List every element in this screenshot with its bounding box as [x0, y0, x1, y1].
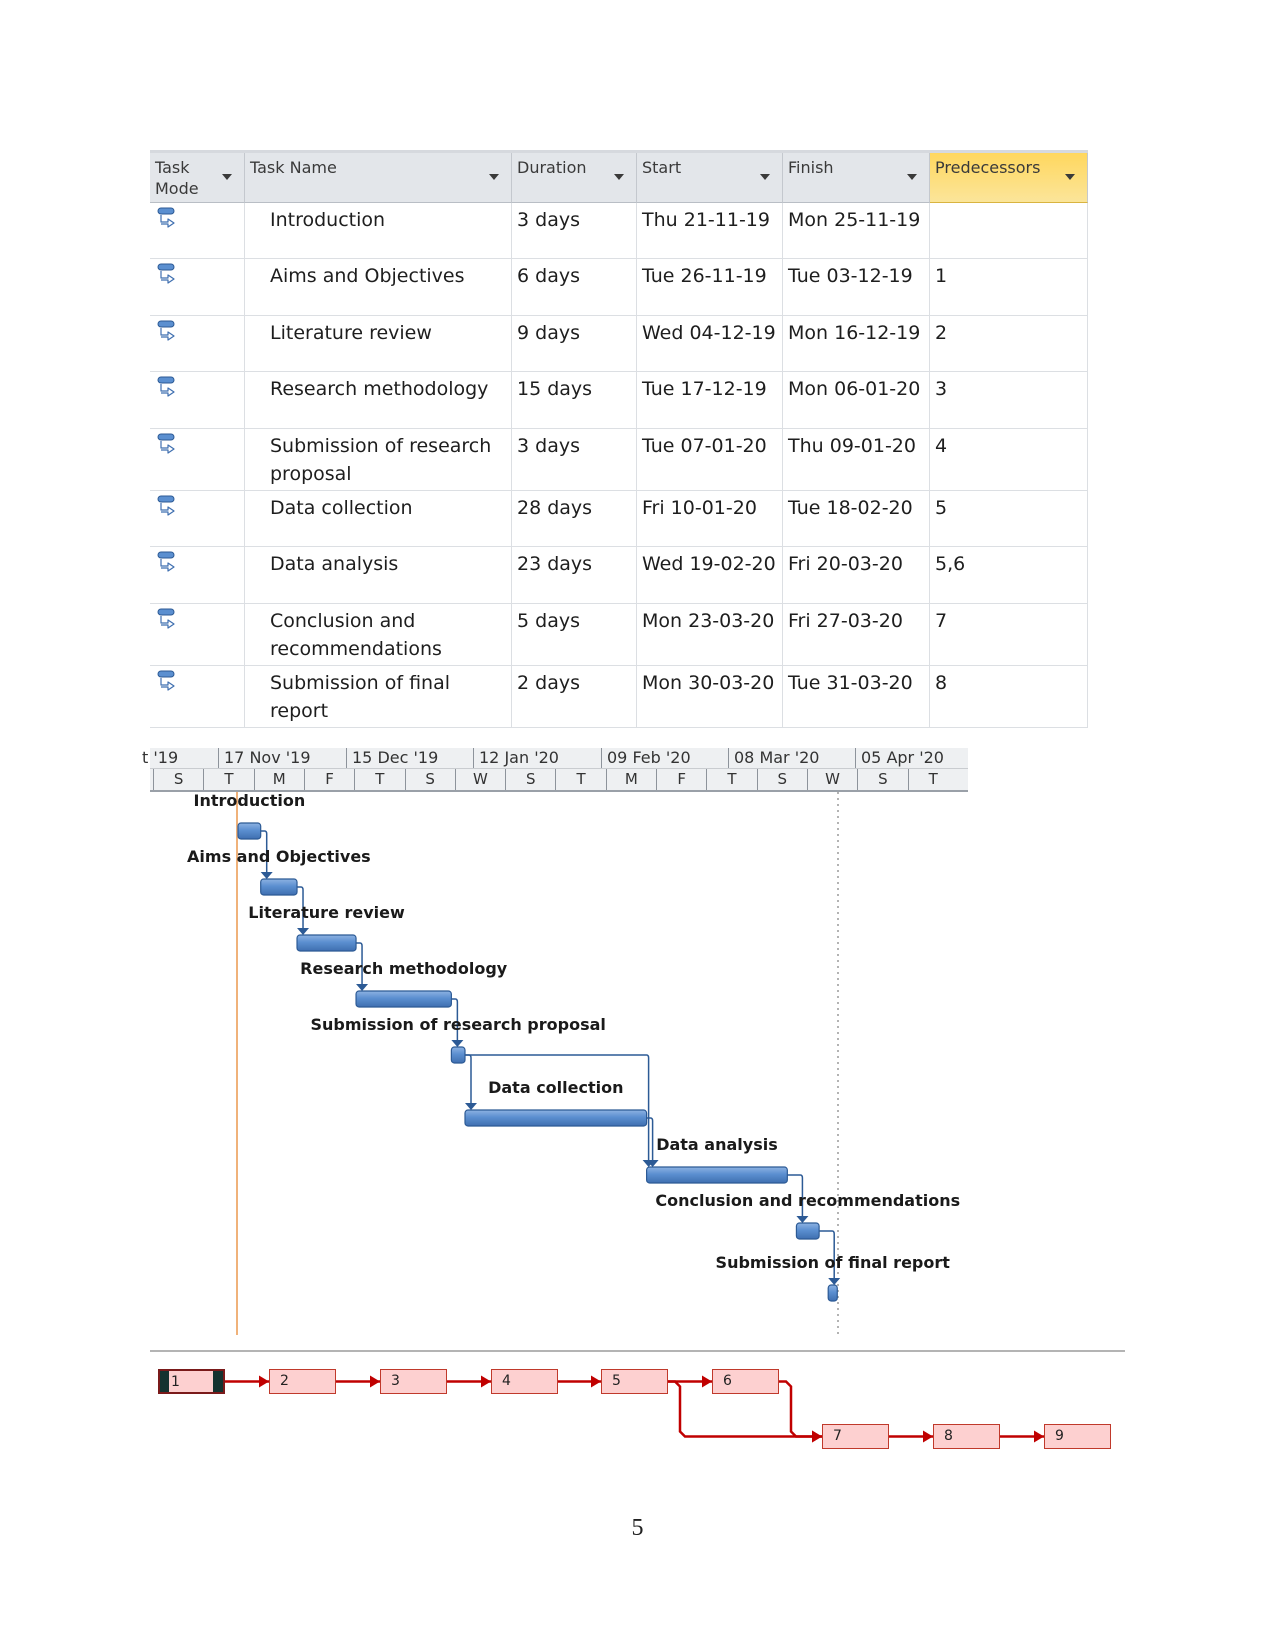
network-arrowhead [812, 1430, 822, 1443]
network-node[interactable]: 8 [933, 1424, 1000, 1449]
network-node-id: 1 [169, 1371, 213, 1392]
network-arrowhead [702, 1375, 712, 1388]
network-node[interactable]: 9 [1044, 1424, 1111, 1449]
network-diagram-links [225, 1375, 1044, 1443]
network-node[interactable]: 5 [601, 1369, 668, 1394]
network-arrowhead [1034, 1430, 1044, 1443]
network-arrowhead [591, 1375, 601, 1388]
network-node[interactable]: 7 [822, 1424, 889, 1449]
network-node[interactable]: 2 [269, 1369, 336, 1394]
network-node-id: 5 [612, 1373, 621, 1389]
network-node-id: 7 [833, 1428, 842, 1444]
page-number: 5 [631, 1515, 644, 1541]
network-arrowhead [370, 1375, 380, 1388]
network-node[interactable]: 4 [491, 1369, 558, 1394]
network-node-id: 3 [391, 1373, 400, 1389]
network-node[interactable]: 3 [380, 1369, 447, 1394]
network-arrowhead [923, 1430, 933, 1443]
network-node[interactable]: 1 [158, 1369, 225, 1394]
network-node-id: 4 [502, 1373, 511, 1389]
network-node-id: 9 [1055, 1428, 1064, 1444]
network-arrowhead [481, 1375, 491, 1388]
network-node[interactable]: 6 [712, 1369, 779, 1394]
network-node-id: 6 [723, 1373, 732, 1389]
network-arrowhead [259, 1375, 269, 1388]
network-node-id: 2 [280, 1373, 289, 1389]
network-link[interactable] [779, 1380, 822, 1438]
network-node-id: 8 [944, 1428, 953, 1444]
